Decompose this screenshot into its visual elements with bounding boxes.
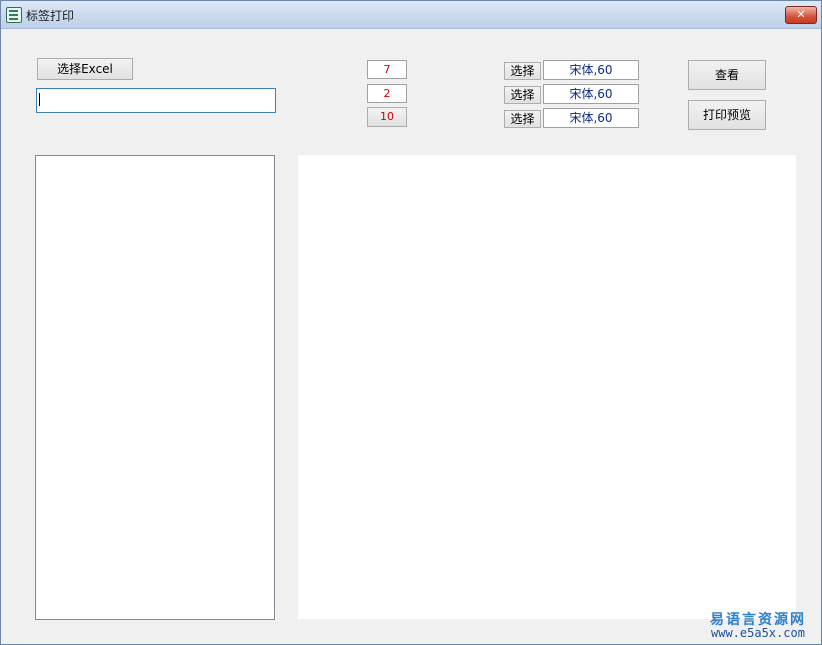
label-preview-area[interactable] xyxy=(298,155,796,619)
font-field-3[interactable]: 宋体,60 xyxy=(543,108,639,128)
number-field-1[interactable]: 7 xyxy=(367,60,407,79)
text-caret xyxy=(39,93,40,106)
font-select-button-3[interactable]: 选择 xyxy=(504,110,541,128)
number-field-3[interactable]: 10 xyxy=(367,107,407,127)
font-select-button-2[interactable]: 选择 xyxy=(504,86,541,104)
app-icon xyxy=(6,7,22,23)
select-excel-button[interactable]: 选择Excel xyxy=(37,58,133,80)
sheet-list-box[interactable] xyxy=(35,155,275,620)
close-button[interactable]: ✕ xyxy=(785,6,817,24)
title-bar[interactable]: 标签打印 ✕ xyxy=(1,1,821,29)
window-title: 标签打印 xyxy=(26,9,75,23)
excel-path-input[interactable] xyxy=(36,88,276,113)
main-window: 标签打印 ✕ 选择Excel 7 2 10 选择 宋体,60 选择 宋体,60 … xyxy=(0,0,822,645)
number-field-2[interactable]: 2 xyxy=(367,84,407,103)
font-field-1[interactable]: 宋体,60 xyxy=(543,60,639,80)
font-field-2[interactable]: 宋体,60 xyxy=(543,84,639,104)
print-preview-button[interactable]: 打印预览 xyxy=(688,100,766,130)
view-button[interactable]: 查看 xyxy=(688,60,766,90)
watermark-url: www.e5a5x.com xyxy=(711,626,805,640)
font-select-button-1[interactable]: 选择 xyxy=(504,62,541,80)
